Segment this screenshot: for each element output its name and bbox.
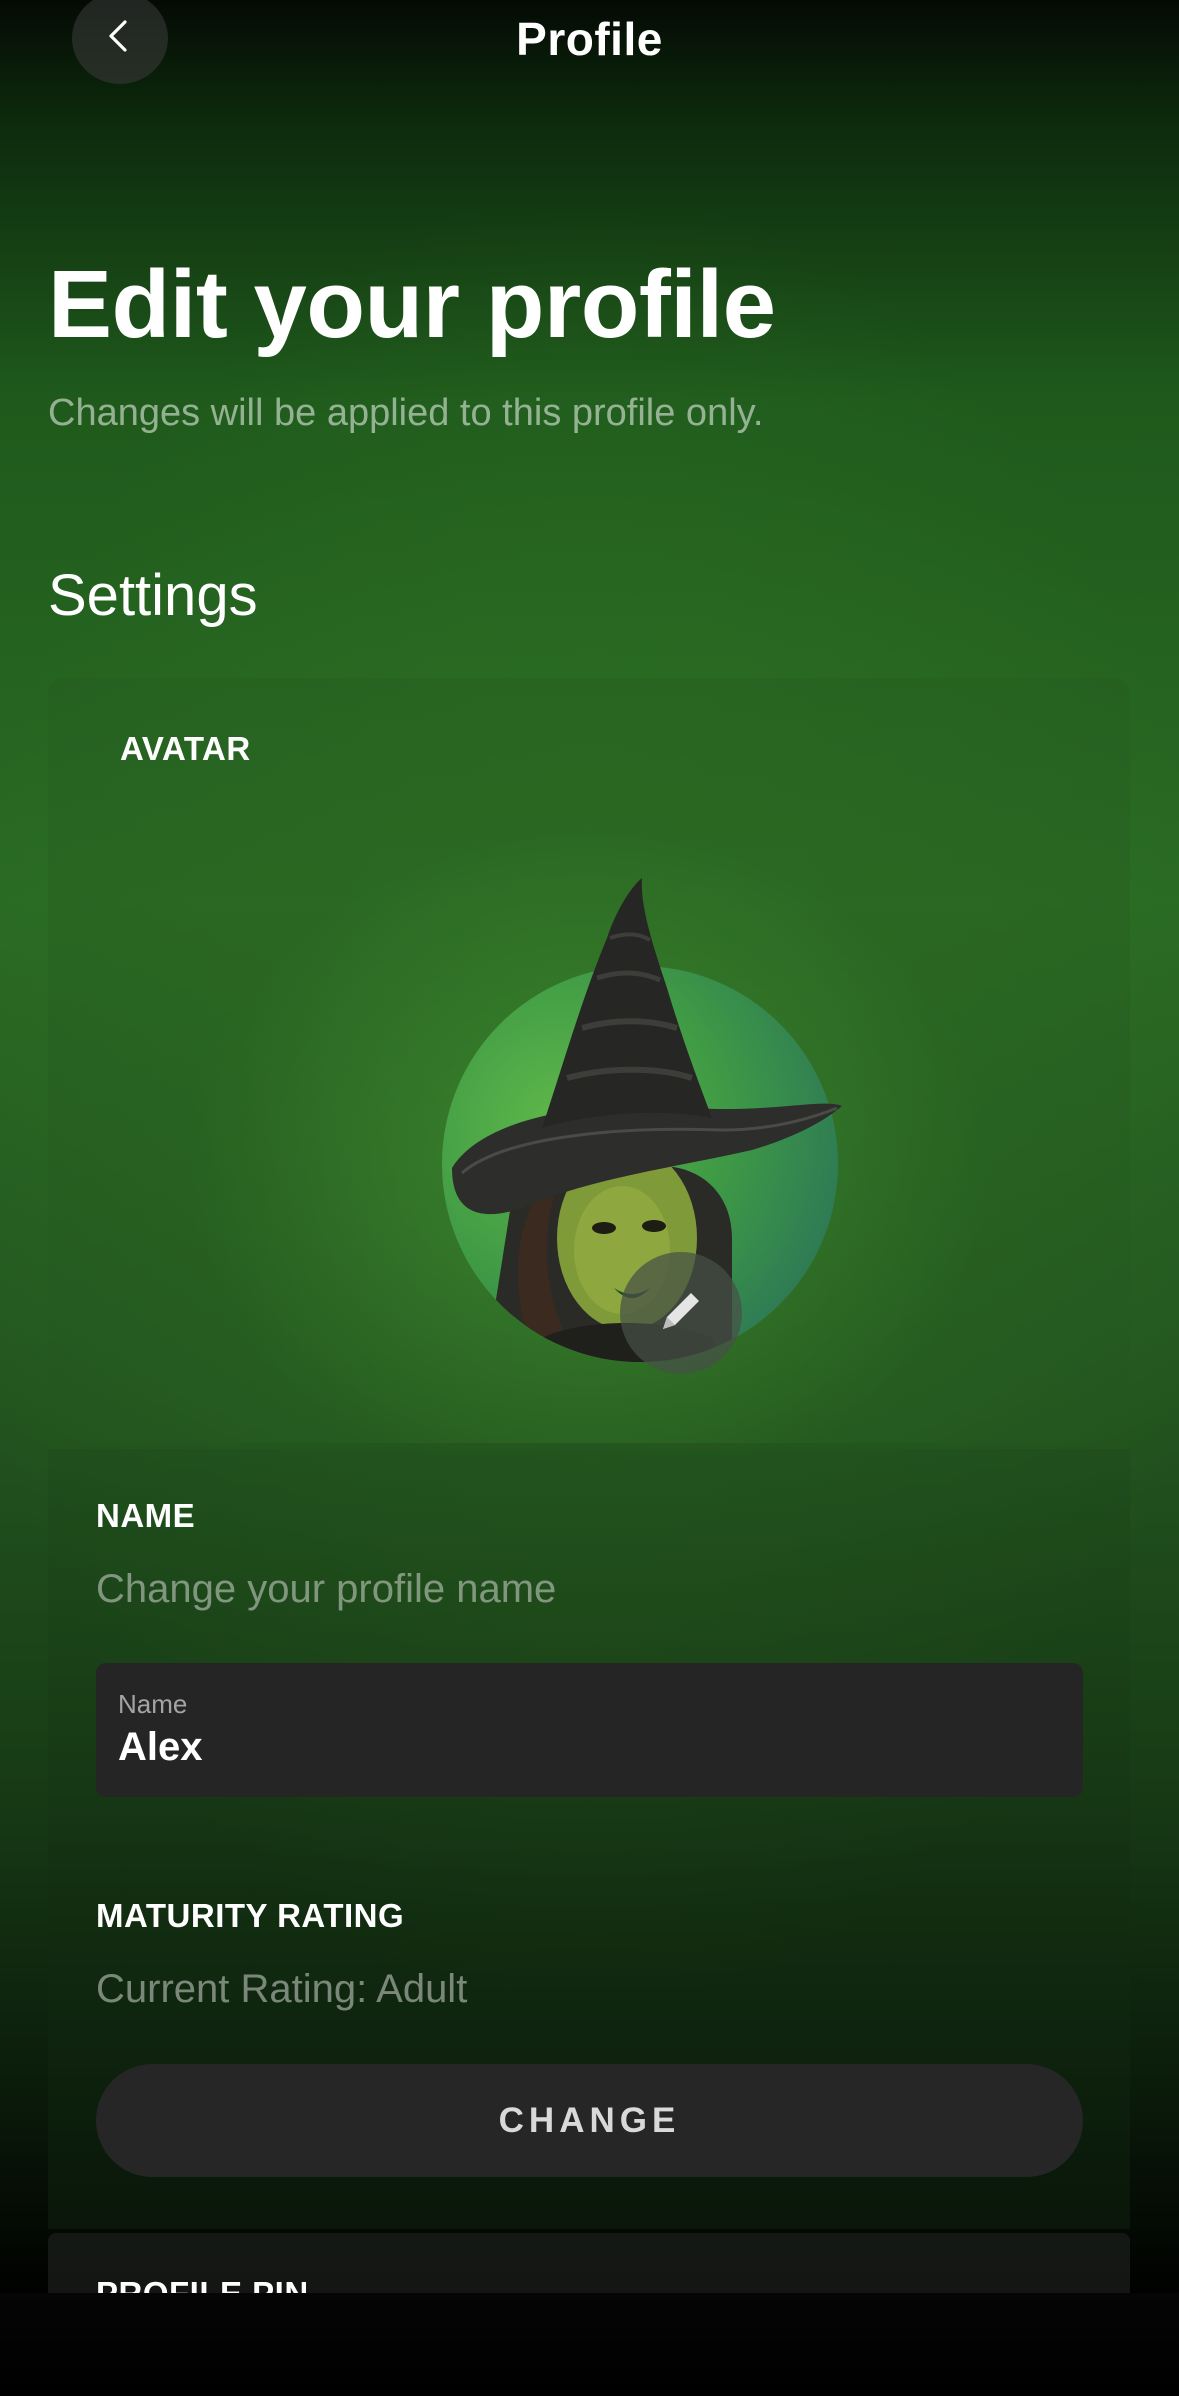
pencil-icon xyxy=(653,1283,709,1344)
maturity-label: MATURITY RATING xyxy=(96,1897,405,1934)
profile-pin-label: PROFILE PIN xyxy=(96,2275,309,2293)
avatar[interactable] xyxy=(392,868,842,1388)
name-label: NAME xyxy=(96,1497,196,1534)
header: Profile xyxy=(0,0,1179,100)
header-title: Profile xyxy=(516,13,663,65)
profile-screen: Profile Edit your profile Changes will b… xyxy=(0,0,1179,2396)
page-title: Edit your profile xyxy=(48,251,776,358)
name-field-value[interactable]: Alex xyxy=(118,1725,203,1770)
maturity-helper: Current Rating: Adult xyxy=(96,1967,468,2011)
settings-section-title: Settings xyxy=(48,563,258,628)
page-subtitle: Changes will be applied to this profile … xyxy=(48,392,764,434)
edit-avatar-button[interactable] xyxy=(620,1252,742,1374)
avatar-card: AVATAR xyxy=(48,678,1130,1443)
bottom-fade xyxy=(0,2293,1179,2396)
name-input[interactable]: Name Alex xyxy=(96,1663,1083,1797)
name-field-label: Name xyxy=(118,1689,188,1719)
change-maturity-button[interactable]: CHANGE xyxy=(96,2064,1083,2177)
name-helper: Change your profile name xyxy=(96,1567,557,1611)
avatar-label: AVATAR xyxy=(120,730,251,767)
profile-pin-card[interactable]: PROFILE PIN xyxy=(48,2233,1130,2293)
